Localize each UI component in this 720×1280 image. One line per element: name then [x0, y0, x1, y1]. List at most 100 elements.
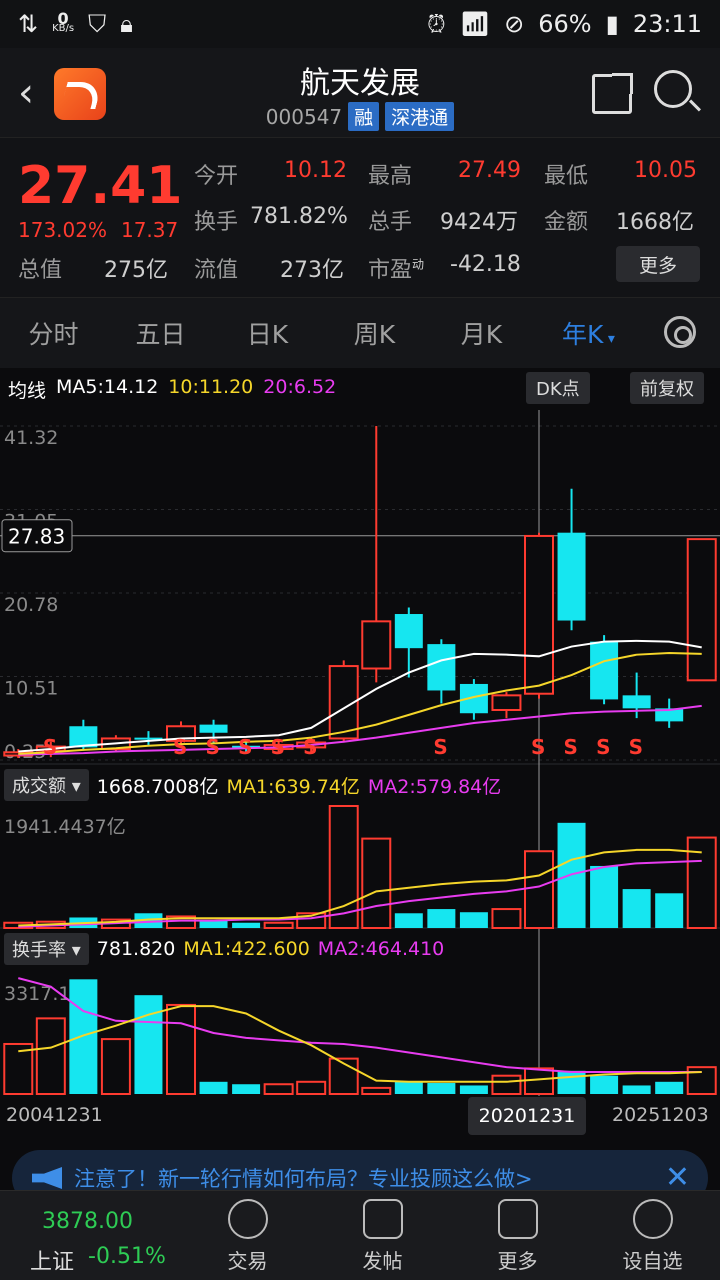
candle-body	[524, 534, 554, 695]
turnover-bar	[3, 1042, 34, 1095]
turnover-bar	[459, 1085, 488, 1094]
add-watchlist-button[interactable]: 设自选	[585, 1191, 720, 1280]
volume-axis-label: 1941.4437亿	[4, 816, 126, 838]
mktcap-value: 275亿	[104, 258, 168, 283]
turnover-bar	[361, 1086, 392, 1096]
megaphone-icon	[32, 1167, 62, 1189]
more-menu-button[interactable]: 更多	[450, 1191, 585, 1280]
turnover-bar	[557, 1070, 586, 1094]
quote-panel: 27.41 173.02% 17.37 今开 10.12 最高 27.49 最低…	[0, 138, 720, 298]
sell-signal-marker: S	[564, 735, 578, 759]
turnover-bar	[296, 1080, 327, 1095]
volume-ma1: MA1:639.74亿	[226, 775, 360, 798]
volume-value: 1668.7008亿	[96, 775, 219, 798]
candle-body	[686, 538, 717, 682]
end-date: 20251203	[612, 1104, 709, 1126]
sell-signal-marker: S	[271, 735, 285, 759]
turnover-bar	[622, 1085, 651, 1094]
index-change: -0.51%	[88, 1244, 166, 1269]
volume-bar	[394, 913, 423, 928]
index-value: 3878.00	[42, 1209, 133, 1234]
turnover-field: 换手	[194, 210, 239, 235]
volume-bar	[557, 822, 586, 928]
float-field: 流值	[194, 258, 239, 283]
volume-bar	[232, 922, 261, 928]
open-field: 今开	[194, 164, 239, 189]
turnover-value: 781.820	[96, 938, 176, 960]
battery-text: 66%	[538, 10, 592, 38]
volume-bar	[361, 837, 392, 930]
candle-body	[199, 724, 228, 733]
pe-field: 市盈动	[368, 257, 425, 283]
volume-field: 总手	[368, 210, 413, 235]
network-speed: 0 KB/s	[52, 9, 75, 34]
stock-header: ‹ 航天发展 000547 融 深港通	[0, 48, 720, 138]
kline-svg: 41.3231.0520.7810.510.2527.83SSSSSSSSSSS…	[0, 410, 720, 1096]
amount-value: 1668亿	[616, 210, 694, 235]
share-icon[interactable]	[592, 73, 633, 114]
y-tick-label: 41.32	[4, 427, 58, 449]
search-icon[interactable]	[654, 70, 692, 108]
margin-tag: 融	[348, 102, 380, 131]
tab-monthly[interactable]: 月K	[428, 315, 535, 351]
settings-gear-icon[interactable]	[664, 316, 696, 348]
connect-tag: 深港通	[385, 102, 455, 131]
turnover-bar	[263, 1083, 294, 1095]
tab-weekly[interactable]: 周K	[321, 315, 428, 351]
vpn-icon: ⛉	[88, 10, 107, 38]
volume-selector[interactable]: 成交额 ▾	[4, 769, 89, 801]
candle-body	[491, 694, 522, 711]
candle-body	[557, 532, 586, 621]
status-bar: ⇅ 0 KB/s ⛉ 🔒︎ ⏰︎ 📶︎ ⊘ 66% ▮ 23:11	[0, 0, 720, 48]
tab-5day[interactable]: 五日	[107, 315, 214, 351]
battery-icon: ▮	[605, 10, 619, 38]
edit-icon	[362, 1199, 403, 1239]
sell-signal-marker: S	[629, 735, 643, 759]
volume-bar	[590, 865, 619, 928]
more-button[interactable]: 更多	[616, 246, 700, 282]
volume-bar	[459, 912, 488, 928]
tab-daily[interactable]: 日K	[214, 315, 321, 351]
turnover-bar	[166, 1003, 196, 1095]
sell-signal-marker: S	[43, 735, 57, 759]
wifi-icon: 📶︎	[459, 10, 491, 38]
turnover-bar	[199, 1081, 228, 1094]
candle-body	[622, 695, 651, 709]
volume-bar	[524, 850, 554, 930]
turnover-bar	[655, 1081, 684, 1094]
turnover-ma1: MA1:422.600	[183, 938, 310, 960]
dots-icon	[632, 1199, 673, 1239]
volume-bar	[655, 893, 684, 928]
change-percent: 173.02%	[18, 218, 107, 242]
dropdown-caret-icon: ▾	[603, 331, 615, 347]
sell-signal-marker: S	[433, 735, 447, 759]
volume-bar	[263, 921, 294, 930]
grid-icon	[497, 1199, 538, 1239]
dnd-icon: ⊘	[504, 10, 525, 38]
trade-button[interactable]: 交易	[180, 1191, 315, 1280]
volume-bar	[491, 908, 522, 930]
bottom-toolbar: 3878.00 上证 -0.51% 交易 发帖 更多 设自选	[0, 1190, 720, 1280]
turnover-bar	[100, 1038, 131, 1095]
post-button[interactable]: 发帖	[315, 1191, 450, 1280]
turnover-bar	[491, 1074, 522, 1096]
last-price: 27.41	[18, 156, 183, 216]
kline-chart[interactable]: 41.3231.0520.7810.510.2527.83SSSSSSSSSSS…	[0, 368, 720, 1136]
clock: 23:11	[632, 10, 702, 38]
sell-signal-marker: S	[596, 735, 610, 759]
high-value: 27.49	[458, 158, 521, 183]
cursor-date: 20201231	[468, 1097, 586, 1135]
upload-icon: ⇅	[18, 10, 39, 38]
period-tabs: 分时 五日 日K 周K 月K 年K ▾	[0, 298, 720, 368]
tab-intraday[interactable]: 分时	[0, 315, 107, 351]
turnover-selector[interactable]: 换手率 ▾	[4, 933, 89, 965]
tab-yearly[interactable]: 年K ▾	[535, 315, 642, 351]
sell-signal-marker: S	[303, 735, 317, 759]
volume-legend: 成交额 ▾ 1668.7008亿 MA1:639.74亿 MA2:579.84亿	[4, 769, 501, 801]
turnover-bar	[69, 979, 98, 1094]
crosshair-price-label: 27.83	[8, 525, 65, 549]
mktcap-field: 总值	[18, 258, 63, 283]
candle-body	[361, 620, 392, 670]
index-ticker[interactable]: 3878.00 上证 -0.51%	[0, 1191, 180, 1280]
turnover-legend: 换手率 ▾ 781.820 MA1:422.600 MA2:464.410	[4, 933, 444, 965]
